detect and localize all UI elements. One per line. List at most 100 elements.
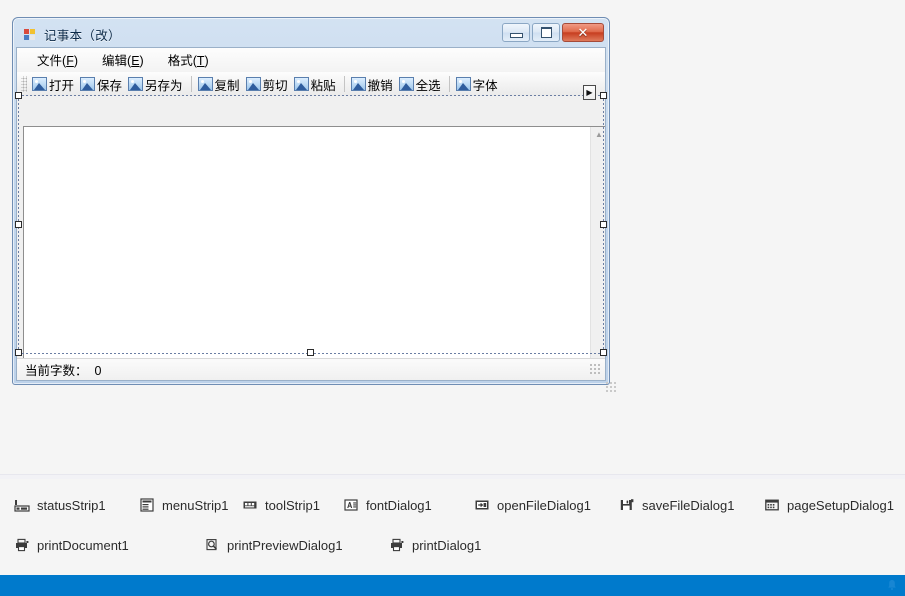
- tray-item-pagesetupdialog1-label: pageSetupDialog1: [787, 497, 894, 513]
- resize-handle-top-left[interactable]: [15, 92, 22, 99]
- tray-item-openfiledialog1[interactable]: openFileDialog1: [474, 497, 619, 513]
- tray-item-openfiledialog1-label: openFileDialog1: [497, 497, 591, 513]
- tray-item-printpreviewdialog1[interactable]: printPreviewDialog1: [204, 537, 389, 553]
- menu-item-edit[interactable]: 编辑(E): [92, 48, 158, 73]
- font-dialog-icon: [343, 497, 359, 513]
- tray-item-statusstrip1-label: statusStrip1: [37, 497, 106, 513]
- toolbar-button-font[interactable]: 字体: [454, 74, 502, 95]
- status-strip[interactable]: 当前字数： 0: [17, 358, 605, 380]
- tray-item-fontdialog1[interactable]: fontDialog1: [343, 497, 474, 513]
- toolbar-button-save[interactable]: 保存: [78, 74, 126, 95]
- maximize-button[interactable]: [532, 23, 560, 42]
- menu-item-format[interactable]: 格式(T): [158, 48, 223, 73]
- toolbar-button-paste-label: 粘贴: [310, 78, 336, 93]
- image-placeholder-icon: [398, 77, 414, 91]
- toolbar-button-select-all[interactable]: 全选: [397, 74, 445, 95]
- form-client-area[interactable]: 文件(F) 编辑(E) 格式(T) 打开 保存 另存为 复制 剪切 粘贴 撤销 …: [16, 47, 606, 381]
- winforms-designer-surface[interactable]: 记事本（改） ✕ 文件(F) 编辑(E) 格式(T) 打开 保存 另存为 复制 …: [0, 0, 905, 476]
- form-title-bar[interactable]: 记事本（改） ✕: [16, 21, 606, 47]
- status-size-grip-icon: [589, 363, 601, 376]
- image-placeholder-icon: [32, 77, 47, 91]
- winform-icon: [22, 26, 38, 42]
- component-tray[interactable]: statusStrip1 menuStrip1 toolStrip1 fontD…: [0, 479, 905, 573]
- toolbar-button-cut-label: 剪切: [262, 78, 288, 93]
- toolbar-button-save-as[interactable]: 另存为: [126, 74, 187, 95]
- maximize-icon: [540, 27, 552, 38]
- tray-item-toolstrip1-label: toolStrip1: [265, 497, 320, 513]
- toolbar-button-save-as-label: 另存为: [145, 78, 183, 93]
- toolbar-separator: [343, 76, 345, 92]
- toolbar-button-save-label: 保存: [97, 78, 123, 93]
- status-word-count-label: 当前字数： 0: [25, 364, 102, 378]
- minimize-button[interactable]: [502, 23, 530, 42]
- toolbar-button-copy-label: 复制: [214, 78, 240, 93]
- text-editor-textbox[interactable]: ▲ ▼: [23, 126, 605, 380]
- print-preview-dialog-icon: [204, 537, 220, 553]
- scroll-up-icon[interactable]: ▲: [591, 127, 605, 143]
- toolbar-button-undo-label: 撤销: [367, 78, 393, 93]
- toolbar-button-select-all-label: 全选: [415, 78, 441, 93]
- tray-item-menustrip1[interactable]: menuStrip1: [139, 497, 242, 513]
- print-document-icon: [14, 537, 30, 553]
- tray-item-menustrip1-label: menuStrip1: [162, 497, 229, 513]
- image-placeholder-icon: [455, 77, 471, 91]
- tray-item-printdocument1[interactable]: printDocument1: [14, 537, 204, 553]
- component-tray-row: statusStrip1 menuStrip1 toolStrip1 fontD…: [14, 489, 905, 521]
- resize-handle-bottom-left[interactable]: [15, 349, 22, 356]
- image-placeholder-icon: [80, 77, 96, 91]
- toolbar-button-font-label: 字体: [472, 78, 498, 93]
- resize-handle-middle-left[interactable]: [15, 221, 22, 228]
- image-placeholder-icon: [245, 77, 261, 91]
- ide-status-bar: [0, 575, 905, 596]
- close-icon: ✕: [577, 25, 589, 40]
- menu-item-file[interactable]: 文件(F): [27, 48, 92, 73]
- form-designer-resize-grip[interactable]: [605, 381, 616, 392]
- menu-item-edit-text: 编辑: [102, 54, 128, 68]
- menu-strip[interactable]: 文件(F) 编辑(E) 格式(T): [17, 48, 605, 72]
- tray-item-printdocument1-label: printDocument1: [37, 537, 129, 553]
- form-title-text: 记事本（改）: [44, 28, 121, 43]
- image-placeholder-icon: [197, 77, 213, 91]
- toolbar-button-cut[interactable]: 剪切: [244, 74, 292, 95]
- notification-icon[interactable]: [887, 579, 897, 591]
- tray-item-toolstrip1[interactable]: toolStrip1: [242, 497, 343, 513]
- toolbar-separator: [190, 76, 192, 92]
- tray-item-pagesetupdialog1[interactable]: pageSetupDialog1: [764, 497, 894, 513]
- tray-item-fontdialog1-label: fontDialog1: [366, 497, 432, 513]
- menu-item-format-mnemonic: T: [196, 54, 205, 68]
- form-window[interactable]: 记事本（改） ✕ 文件(F) 编辑(E) 格式(T) 打开 保存 另存为 复制 …: [12, 17, 610, 385]
- menu-item-file-text: 文件: [37, 54, 63, 68]
- image-placeholder-icon: [293, 77, 309, 91]
- tray-item-printpreviewdialog1-label: printPreviewDialog1: [227, 537, 343, 553]
- tool-strip-grip[interactable]: [21, 76, 27, 92]
- save-file-dialog-icon: [619, 497, 635, 513]
- tray-item-printdialog1[interactable]: printDialog1: [389, 537, 481, 553]
- tray-item-statusstrip1[interactable]: statusStrip1: [14, 497, 139, 513]
- caption-button-group: ✕: [502, 23, 604, 42]
- tray-item-printdialog1-label: printDialog1: [412, 537, 482, 553]
- toolbar-button-open[interactable]: 打开: [30, 74, 78, 95]
- toolbar-separator: [448, 76, 450, 92]
- toolbar-button-undo[interactable]: 撤销: [349, 74, 397, 95]
- tool-strip[interactable]: 打开 保存 另存为 复制 剪切 粘贴 撤销 全选 字体: [17, 72, 605, 96]
- tool-strip-icon: [242, 497, 258, 513]
- resize-handle-bottom-center[interactable]: [307, 349, 314, 356]
- resize-handle-bottom-right[interactable]: [600, 349, 607, 356]
- close-button[interactable]: ✕: [562, 23, 604, 42]
- minimize-icon: [509, 33, 523, 38]
- resize-handle-top-right[interactable]: [600, 92, 607, 99]
- toolbar-button-paste[interactable]: 粘贴: [292, 74, 340, 95]
- print-dialog-icon: [389, 537, 405, 553]
- open-file-dialog-icon: [474, 497, 490, 513]
- tray-item-savefiledialog1[interactable]: saveFileDialog1: [619, 497, 764, 513]
- resize-handle-middle-right[interactable]: [600, 221, 607, 228]
- toolbar-button-copy[interactable]: 复制: [196, 74, 244, 95]
- toolbar-button-open-label: 打开: [49, 78, 75, 93]
- menu-item-edit-mnemonic: E: [131, 54, 140, 68]
- component-tray-row: printDocument1 printPreviewDialog1 print…: [14, 529, 905, 561]
- status-strip-icon: [14, 497, 30, 513]
- smart-tag-overflow-button[interactable]: ▶: [583, 85, 596, 100]
- tray-item-savefiledialog1-label: saveFileDialog1: [642, 497, 735, 513]
- menu-item-format-text: 格式: [167, 54, 193, 68]
- text-editor-vertical-scrollbar[interactable]: ▲ ▼: [590, 127, 605, 380]
